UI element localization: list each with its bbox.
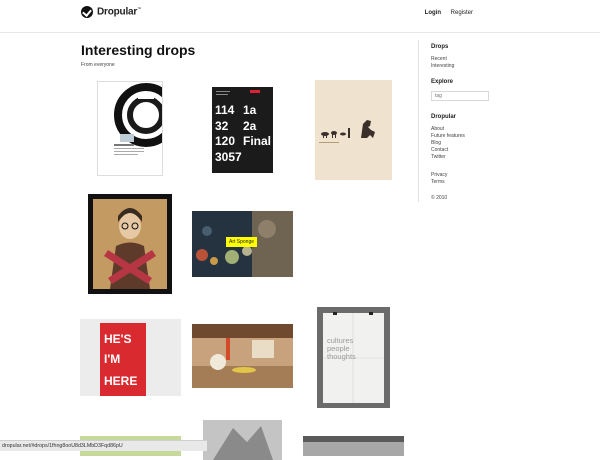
sidebar-link-terms[interactable]: Terms [431, 179, 445, 185]
poster-image: 114 1a 32 2a 120 Final 3057 [212, 87, 273, 173]
poster-text: thoughts [327, 352, 356, 361]
sidebar: Drops Recent Interesting Explore Dropula… [418, 40, 581, 202]
drop-thumbnail[interactable] [88, 194, 172, 294]
sidebar-heading-dropular: Dropular [431, 114, 457, 120]
drop-thumbnail[interactable] [315, 80, 392, 180]
sidebar-heading-drops: Drops [431, 44, 449, 50]
logo-text: Dropular™ [97, 6, 141, 18]
drop-thumbnail[interactable] [192, 324, 293, 388]
drop-thumbnail[interactable]: HE'S I'M HERE [80, 319, 181, 396]
poster-number: Final [243, 134, 271, 148]
copyright: © 2010 [431, 195, 448, 201]
poster-image [315, 80, 392, 180]
poster-text: HERE [104, 374, 137, 388]
top-nav: Login Register [417, 10, 473, 16]
sidebar-link-recent[interactable]: Recent [431, 56, 447, 62]
photo-image [203, 420, 282, 460]
page-subtitle: From everyone [81, 62, 115, 68]
login-link[interactable]: Login [425, 10, 441, 16]
sidebar-link-privacy[interactable]: Privacy [431, 172, 447, 178]
sidebar-link-contact[interactable]: Contact [431, 147, 448, 153]
logo[interactable]: Dropular™ [81, 6, 141, 18]
tag-search-input[interactable] [431, 91, 489, 101]
top-header: Dropular™ Login Register [0, 0, 600, 33]
poster-text: HE'S [104, 332, 132, 346]
drop-thumbnail[interactable] [97, 81, 163, 176]
photo-image [303, 436, 404, 456]
sidebar-link-blog[interactable]: Blog [431, 140, 441, 146]
poster-image: HE'S I'M HERE [80, 319, 181, 396]
poster-text: I'M [104, 352, 120, 366]
drop-thumbnail[interactable]: 114 1a 32 2a 120 Final 3057 [212, 87, 273, 173]
poster-image [98, 82, 162, 175]
sidebar-link-about[interactable]: About [431, 126, 444, 132]
poster-number: 2a [243, 119, 257, 133]
poster-number: 114 [215, 103, 235, 117]
photo-image [192, 324, 293, 388]
poster-number: 1a [243, 103, 257, 117]
browser-status-url: dropular.net/#drops/1fhng8ooU8d3LMbD3Fqd… [0, 440, 207, 451]
drop-thumbnail[interactable]: cultures people thoughts [317, 307, 390, 408]
drop-thumbnail[interactable] [303, 436, 404, 456]
drop-thumbnail[interactable] [203, 420, 282, 460]
image-tooltip: Art Sponge [226, 237, 258, 247]
register-link[interactable]: Register [451, 10, 473, 16]
page-title: Interesting drops [81, 42, 196, 58]
poster-number: 3057 [215, 150, 242, 164]
sidebar-link-interesting[interactable]: Interesting [431, 63, 454, 69]
poster-number: 120 [215, 134, 235, 148]
poster-image [88, 194, 172, 294]
sidebar-link-twitter[interactable]: Twitter [431, 154, 446, 160]
sidebar-heading-explore: Explore [431, 79, 454, 85]
poster-image: cultures people thoughts [317, 307, 390, 408]
poster-number: 32 [215, 119, 229, 133]
check-circle-icon [81, 6, 93, 18]
sidebar-link-future-features[interactable]: Future features [431, 133, 465, 139]
